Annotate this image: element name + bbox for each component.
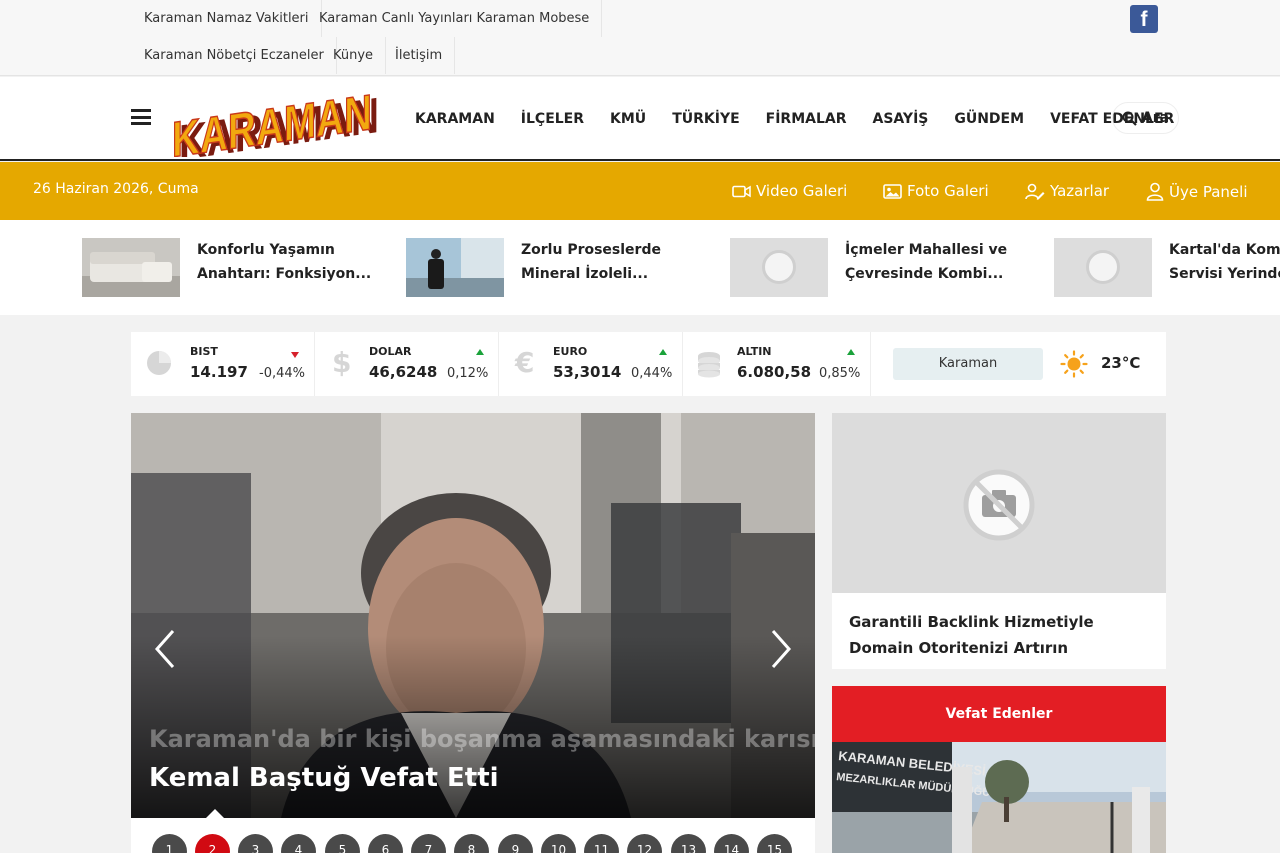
weather-temperature: 23°C bbox=[1101, 354, 1141, 372]
trend-up-icon bbox=[847, 349, 855, 355]
nav-item-kmu[interactable]: KMÜ bbox=[597, 111, 659, 127]
menu-icon[interactable] bbox=[131, 109, 151, 125]
market-item-dolar[interactable]: $ DOLAR 46,6248 0,12% bbox=[315, 332, 499, 396]
ticker-thumbnail bbox=[1054, 238, 1152, 297]
promo-image bbox=[832, 413, 1166, 593]
slider-page-button[interactable]: 8 bbox=[454, 834, 489, 853]
ticker-thumbnail bbox=[82, 238, 180, 297]
topbar-link-mobese[interactable]: Karaman Canlı Yayınları Karaman Mobese bbox=[307, 0, 603, 37]
nav-item-ilceler[interactable]: İLÇELER bbox=[508, 111, 597, 127]
image-icon bbox=[883, 183, 902, 199]
nav-item-asayis[interactable]: ASAYİŞ bbox=[860, 111, 942, 127]
slider-next-icon[interactable] bbox=[765, 628, 795, 670]
obituary-heading[interactable]: Vefat Edenler bbox=[832, 686, 1166, 742]
slider-page-button[interactable]: 7 bbox=[411, 834, 446, 853]
top-bar: Karaman Namaz Vakitleri Karaman Canlı Ya… bbox=[0, 0, 1280, 76]
topbar-link-namaz[interactable]: Karaman Namaz Vakitleri bbox=[132, 0, 322, 37]
sub-bar: 26 Haziran 2026, Cuma Video Galeri Foto … bbox=[0, 162, 1280, 220]
euro-icon: € bbox=[515, 346, 535, 379]
nav-item-karaman[interactable]: KARAMAN bbox=[402, 111, 508, 127]
main-nav: KARAMAN İLÇELER KMÜ TÜRKİYE FİRMALAR ASA… bbox=[402, 77, 1187, 161]
site-header: KARAMAN KARAMAN KARAMAN İLÇELER KMÜ TÜRK… bbox=[0, 77, 1280, 161]
ticker-title: Konforlu Yaşamın Anahtarı: Fonksiyon... bbox=[197, 242, 372, 282]
user-edit-icon bbox=[1025, 183, 1045, 200]
user-icon bbox=[1146, 182, 1164, 201]
search-label: Ara bbox=[1141, 110, 1170, 126]
sun-icon bbox=[1060, 350, 1088, 378]
topbar-link-iletisim[interactable]: İletişim bbox=[383, 37, 456, 74]
ticker-item[interactable]: Konforlu Yaşamın Anahtarı: Fonksiyon... bbox=[82, 238, 382, 298]
slider-page-button[interactable]: 10 bbox=[541, 834, 576, 853]
ticker-title: Zorlu Proseslerde Mineral İzoleli... bbox=[521, 242, 661, 282]
slide-pointer bbox=[206, 809, 224, 818]
obituary-box: Vefat Edenler KARAMAN BELEDİYESİ MEZARLI… bbox=[832, 686, 1166, 853]
trend-down-icon bbox=[291, 352, 299, 358]
trend-up-icon bbox=[476, 349, 484, 355]
dollar-icon: $ bbox=[332, 346, 352, 379]
pie-chart-icon bbox=[147, 351, 171, 375]
obituary-image[interactable]: KARAMAN BELEDİYESİ MEZARLIKLAR MÜDÜRLÜĞÜ bbox=[832, 742, 1166, 853]
market-item-altin[interactable]: ALTIN 6.080,58 0,85% bbox=[683, 332, 871, 396]
current-date: 26 Haziran 2026, Cuma bbox=[33, 181, 199, 197]
weather-city-select[interactable]: Karaman bbox=[893, 348, 1043, 380]
slide-title[interactable]: Kemal Baştuğ Vefat Etti bbox=[149, 763, 499, 793]
slider-page-button-active[interactable]: 2 bbox=[195, 834, 230, 853]
ticker-item[interactable]: Kartal'da KombiServisi Yerinde T bbox=[1054, 238, 1280, 298]
slider-page-button[interactable]: 12 bbox=[627, 834, 662, 853]
ticker-item[interactable]: İçmeler Mahallesi ve Çevresinde Kombi... bbox=[730, 238, 1030, 298]
promo-card[interactable]: Garantili Backlink Hizmetiyle Domain Oto… bbox=[832, 413, 1166, 669]
slider-page-button[interactable]: 6 bbox=[368, 834, 403, 853]
slider-page-button[interactable]: 15 bbox=[757, 834, 792, 853]
slider-page-button[interactable]: 14 bbox=[714, 834, 749, 853]
market-item-bist[interactable]: BIST 14.197 -0,44% bbox=[131, 332, 315, 396]
video-gallery-link[interactable]: Video Galeri bbox=[732, 182, 847, 200]
slider-pagination: 1 2 3 4 5 6 7 8 9 10 11 12 13 14 15 bbox=[131, 818, 815, 853]
slide-ghost-title: Karaman'da bir kişi boşanma aşamasındaki… bbox=[149, 725, 815, 753]
no-photo-icon bbox=[963, 469, 1035, 541]
slider-page-button[interactable]: 4 bbox=[281, 834, 316, 853]
no-photo-icon bbox=[762, 250, 796, 284]
slider-page-button[interactable]: 5 bbox=[325, 834, 360, 853]
topbar-link-eczane[interactable]: Karaman Nöbetçi Eczaneler bbox=[132, 37, 337, 74]
headline-ticker: Konforlu Yaşamın Anahtarı: Fonksiyon... Z… bbox=[0, 220, 1280, 315]
video-camera-icon bbox=[732, 185, 751, 197]
ticker-title: İçmeler Mahallesi ve Çevresinde Kombi... bbox=[845, 242, 1008, 282]
slider-page-button[interactable]: 3 bbox=[238, 834, 273, 853]
member-panel-link[interactable]: Üye Paneli bbox=[1146, 182, 1248, 201]
no-photo-icon bbox=[1086, 250, 1120, 284]
authors-link[interactable]: Yazarlar bbox=[1025, 182, 1109, 200]
slider-page-button[interactable]: 13 bbox=[671, 834, 706, 853]
ticker-title: Kartal'da KombiServisi Yerinde T bbox=[1169, 242, 1280, 282]
ticker-thumbnail bbox=[730, 238, 828, 297]
nav-item-gundem[interactable]: GÜNDEM bbox=[941, 111, 1037, 127]
slider-page-button[interactable]: 11 bbox=[584, 834, 619, 853]
slider-page-button[interactable]: 1 bbox=[152, 834, 187, 853]
slider-page-button[interactable]: 9 bbox=[498, 834, 533, 853]
topbar-link-kunye[interactable]: Künye bbox=[321, 37, 387, 74]
photo-gallery-link[interactable]: Foto Galeri bbox=[883, 182, 989, 200]
slider-prev-icon[interactable] bbox=[151, 628, 181, 670]
nav-item-turkiye[interactable]: TÜRKİYE bbox=[659, 111, 752, 127]
slider-image bbox=[131, 413, 815, 818]
ticker-item[interactable]: Zorlu Proseslerde Mineral İzoleli... bbox=[406, 238, 706, 298]
coins-icon bbox=[698, 352, 720, 378]
market-item-euro[interactable]: € EURO 53,3014 0,44% bbox=[499, 332, 683, 396]
market-bar: BIST 14.197 -0,44% $ DOLAR 46,6248 0,12%… bbox=[131, 332, 1166, 396]
search-button[interactable]: Ara bbox=[1112, 102, 1179, 134]
site-logo[interactable]: KARAMAN KARAMAN bbox=[172, 81, 386, 157]
facebook-icon[interactable]: f bbox=[1130, 5, 1158, 33]
nav-item-firmalar[interactable]: FİRMALAR bbox=[753, 111, 860, 127]
trend-up-icon bbox=[659, 349, 667, 355]
promo-title: Garantili Backlink Hizmetiyle Domain Oto… bbox=[849, 613, 1094, 657]
ticker-thumbnail bbox=[406, 238, 504, 297]
search-icon bbox=[1122, 111, 1137, 126]
headline-slider[interactable]: Karaman'da bir kişi boşanma aşamasındaki… bbox=[131, 413, 815, 818]
